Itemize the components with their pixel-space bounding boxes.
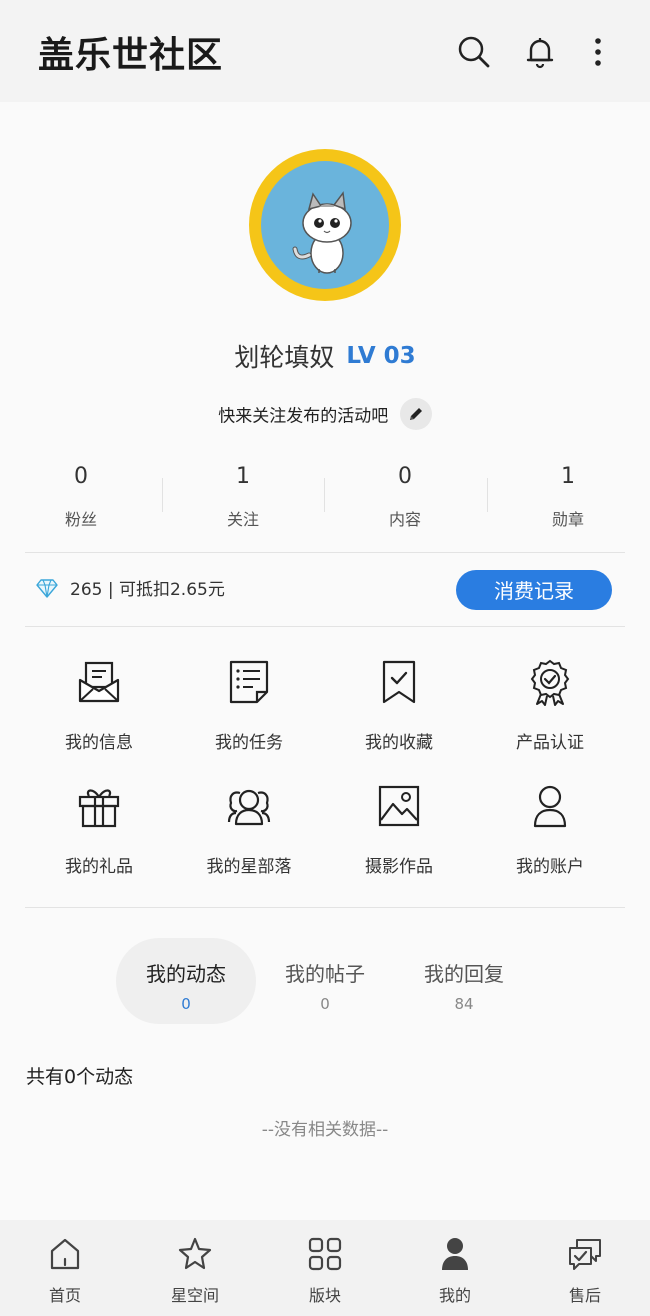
grid-label: 产品认证 [516,733,584,753]
username: 划轮填奴 [234,343,335,372]
grid-item-certification[interactable]: 产品认证 [475,658,625,753]
points-text: 265 | 可抵扣2.65元 [70,580,225,600]
tab-my-replies[interactable]: 我的回复 84 [394,938,534,1024]
avatar-ring[interactable] [249,149,401,301]
stat-fans[interactable]: 0 粉丝 [0,460,162,530]
stat-label: 内容 [388,510,421,529]
stat-label: 关注 [226,510,259,529]
grid-label: 我的账户 [516,857,584,877]
nav-label: 星空间 [170,1286,219,1305]
stat-label: 粉丝 [64,510,97,529]
stat-label: 勋章 [551,510,584,529]
diamond-icon [36,578,58,598]
divider [25,552,625,553]
person-filled-icon [437,1236,473,1272]
search-icon[interactable] [454,32,494,72]
tab-count: 84 [454,995,474,1013]
grid-label: 我的星部落 [206,857,292,877]
message-envelope-icon [75,658,123,706]
star-icon [177,1236,213,1272]
bell-icon[interactable] [520,32,560,72]
stat-value: 1 [561,464,575,489]
consumption-records-button[interactable]: 消费记录 [456,570,612,610]
pencil-icon [409,408,422,420]
grid-item-tribe[interactable]: 我的星部落 [174,782,324,877]
tab-count: 0 [181,995,191,1013]
grid-icon [307,1236,343,1272]
nav-after-sales[interactable]: 售后 [520,1220,650,1316]
task-list-icon [225,658,273,706]
nav-home[interactable]: 首页 [0,1220,130,1316]
nav-label: 首页 [48,1286,81,1305]
bottom-nav: 首页 星空间 版块 我的 售后 [0,1220,650,1316]
group-icon [225,782,273,830]
top-bar: 盖乐世社区 [0,0,650,102]
stat-value: 1 [236,464,250,489]
app-title: 盖乐世社区 [38,35,224,76]
chat-check-icon [567,1236,603,1272]
tab-count: 0 [320,995,330,1013]
grid-label: 我的礼品 [65,857,133,877]
grid-label: 摄影作品 [365,857,433,877]
bio-text: 快来关注发布的活动吧 [218,406,389,427]
certified-badge-icon [526,658,574,706]
empty-state: --没有相关数据-- [261,1120,389,1140]
username-row: 划轮填奴 LV 03 [0,338,650,374]
nav-star-space[interactable]: 星空间 [130,1220,260,1316]
grid-label: 我的收藏 [365,733,433,753]
tab-label: 我的动态 [146,962,226,986]
cat-avatar [261,161,389,289]
stat-content[interactable]: 0 内容 [324,460,486,530]
tab-my-activity[interactable]: 我的动态 0 [116,938,256,1024]
gift-icon [75,782,123,830]
more-vertical-icon[interactable] [578,32,618,72]
user-icon [526,782,574,830]
bookmark-check-icon [375,658,423,706]
nav-label: 我的 [438,1286,471,1305]
tab-label: 我的帖子 [285,962,365,986]
edit-bio-button[interactable] [399,398,432,430]
grid-label: 我的任务 [215,733,283,753]
grid-item-tasks[interactable]: 我的任务 [174,658,324,753]
nav-mine[interactable]: 我的 [390,1220,520,1316]
nav-sections[interactable]: 版块 [260,1220,390,1316]
image-icon [375,782,423,830]
tab-label: 我的回复 [424,962,504,986]
nav-label: 版块 [308,1286,341,1305]
stat-value: 0 [74,464,88,489]
tab-my-posts[interactable]: 我的帖子 0 [255,938,395,1024]
stats-row: 0 粉丝 1 关注 0 内容 1 勋章 [0,460,650,540]
stat-medals[interactable]: 1 勋章 [487,460,649,530]
grid-item-photos[interactable]: 摄影作品 [324,782,474,877]
level-badge: LV 03 [346,343,416,369]
grid-item-account[interactable]: 我的账户 [475,782,625,877]
grid-label: 我的信息 [65,733,133,753]
stat-value: 0 [398,464,412,489]
divider [25,907,625,908]
bio-row: 快来关注发布的活动吧 [0,398,650,430]
stat-following[interactable]: 1 关注 [162,460,324,530]
divider [25,626,625,627]
nav-label: 售后 [568,1286,601,1305]
grid-item-gifts[interactable]: 我的礼品 [24,782,174,877]
activity-count: 共有0个动态 [26,1066,134,1088]
grid-item-messages[interactable]: 我的信息 [24,658,174,753]
grid-item-favorites[interactable]: 我的收藏 [324,658,474,753]
points-row: 265 | 可抵扣2.65元 [36,575,225,600]
home-icon [47,1236,83,1272]
